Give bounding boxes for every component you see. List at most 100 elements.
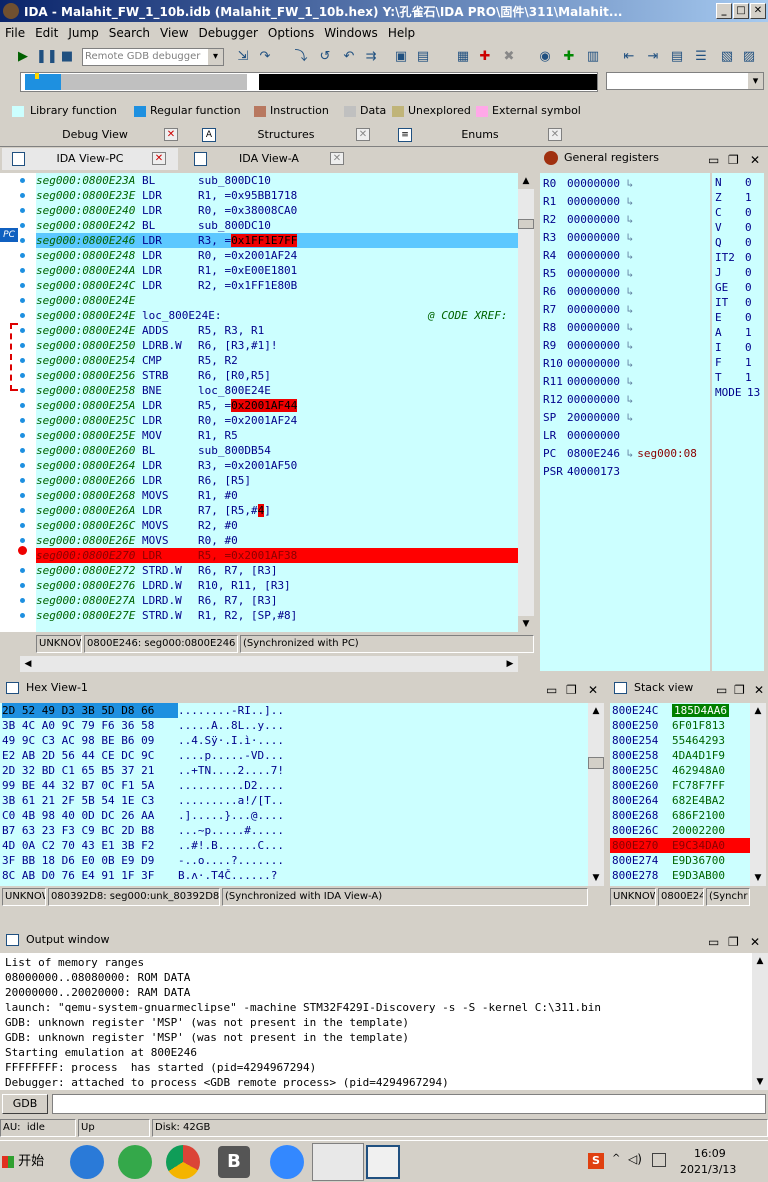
gutter-dot-icon[interactable] <box>20 268 25 273</box>
register-jump-icon[interactable]: ↳ <box>620 339 634 352</box>
code-line[interactable]: seg000:0800E256 STRB R6, [R0,R5] <box>36 368 518 383</box>
gutter-dot-icon[interactable] <box>20 343 25 348</box>
hex-bytes[interactable]: 8C AB D0 76 E4 91 1F 3F <box>2 868 178 883</box>
scroll-down-icon[interactable]: ▼ <box>518 616 534 632</box>
scroll-down-icon[interactable]: ▼ <box>752 1074 768 1090</box>
scroll-thumb[interactable] <box>588 757 604 769</box>
flag-value[interactable]: 0 <box>745 296 752 309</box>
debugger-select[interactable]: Remote GDB debugger ▾ <box>82 48 224 66</box>
code-line[interactable]: seg000:0800E27A LDRD.W R6, R7, [R3] <box>36 593 518 608</box>
gutter-dot-icon[interactable] <box>20 298 25 303</box>
stack-row[interactable]: 800E274 E9D36700 <box>610 853 750 868</box>
stack-row[interactable]: 800E264 682E4BA2 <box>610 793 750 808</box>
register-value[interactable]: 00000000 <box>567 249 620 262</box>
register-jump-icon[interactable]: ↳ <box>620 231 634 244</box>
hex-bytes[interactable]: 2D 52 49 D3 3B 5D D8 66 <box>2 703 178 718</box>
scroll-down-icon[interactable]: ▼ <box>750 870 766 886</box>
register-jump-icon[interactable]: ↳ <box>620 303 634 316</box>
register-jump-icon[interactable]: ↳ <box>620 249 634 262</box>
run-icon[interactable]: ▶ <box>14 48 32 66</box>
code-line[interactable]: seg000:0800E25A LDR R5, =0x2001AF44 <box>36 398 518 413</box>
code-line[interactable]: seg000:0800E26A LDR R7, [R5,#4] <box>36 503 518 518</box>
code-line[interactable]: seg000:0800E24E <box>36 293 518 308</box>
register-jump-icon[interactable]: ↳ <box>620 195 634 208</box>
close-icon[interactable]: ✕ <box>356 128 370 141</box>
ida-taskbar-icon[interactable] <box>312 1143 364 1181</box>
flag-value[interactable]: 1 <box>745 326 752 339</box>
register-value[interactable]: 00000000 <box>567 303 620 316</box>
window-taskbar-icon[interactable] <box>366 1145 400 1179</box>
hex-scrollbar[interactable]: ▲ ▼ <box>588 703 604 886</box>
menu-search[interactable]: Search <box>104 23 155 43</box>
gutter-dot-icon[interactable] <box>20 418 25 423</box>
import-icon[interactable]: ⇤ <box>620 48 638 66</box>
hex-bytes[interactable]: 99 BE 44 32 B7 0C F1 5A <box>2 778 178 793</box>
menu-view[interactable]: View <box>155 23 193 43</box>
code-line[interactable]: seg000:0800E25E MOV R1, R5 <box>36 428 518 443</box>
menu-jump[interactable]: Jump <box>63 23 103 43</box>
scroll-thumb[interactable] <box>518 219 534 229</box>
register-value[interactable]: 00000000 <box>567 213 620 226</box>
gutter-dot-icon[interactable] <box>20 283 25 288</box>
register-jump-icon[interactable]: ↳ <box>620 411 634 424</box>
stop-icon[interactable]: ■ <box>58 48 76 66</box>
stack-row[interactable]: 800E260 FC78F7FF <box>610 778 750 793</box>
flag-value[interactable]: 0 <box>745 341 752 354</box>
tile-icon[interactable]: ▤ <box>414 48 432 66</box>
segments-icon[interactable]: ▧ <box>718 48 736 66</box>
command-input[interactable] <box>52 1094 766 1114</box>
gutter-dot-icon[interactable] <box>20 463 25 468</box>
tray-up-icon[interactable]: ^ <box>612 1153 620 1164</box>
close-icon[interactable]: ✕ <box>330 152 344 165</box>
panel-close-button[interactable]: ✕ <box>750 150 760 170</box>
flag-value[interactable]: 0 <box>745 281 752 294</box>
code-line[interactable]: seg000:0800E24E loc_800E24E: @ CODE XREF: <box>36 308 518 323</box>
gutter-dot-icon[interactable] <box>20 238 25 243</box>
stack-row[interactable]: 800E258 4DA4D1F9 <box>610 748 750 763</box>
segment-select[interactable]: ▾ <box>606 72 764 90</box>
panel-close-button[interactable]: ✕ <box>754 680 764 700</box>
gutter-dot-icon[interactable] <box>20 523 25 528</box>
windows-icon[interactable]: ▣ <box>392 48 410 66</box>
hex-dump[interactable]: 2D 52 49 D3 3B 5D D8 66 ........-RI..].. 3… <box>0 703 588 886</box>
ie-icon[interactable] <box>70 1145 104 1179</box>
register-value[interactable]: 00000000 <box>567 339 620 352</box>
panel-restore-button[interactable]: ❐ <box>728 932 739 952</box>
code-line[interactable]: seg000:0800E23E LDR R1, =0x95BB1718 <box>36 188 518 203</box>
remove-breakpoint-icon[interactable]: ✖ <box>500 48 518 66</box>
register-value[interactable]: 20000000 <box>567 411 620 424</box>
register-value[interactable]: 0800E246 <box>567 447 620 460</box>
gutter-dot-icon[interactable] <box>20 403 25 408</box>
scroll-up-icon[interactable]: ▲ <box>588 703 604 719</box>
gutter-dot-icon[interactable] <box>20 598 25 603</box>
stack-row[interactable]: 800E25C 462948A0 <box>610 763 750 778</box>
register-value[interactable]: 00000000 <box>567 267 620 280</box>
tab-enums[interactable]: ≡ Enums ✕ <box>392 123 568 147</box>
register-jump-icon[interactable]: ↳ <box>620 267 634 280</box>
register-jump-icon[interactable]: ↳ <box>620 375 634 388</box>
gutter-dot-icon[interactable] <box>20 538 25 543</box>
list-icon[interactable]: ▥ <box>584 48 602 66</box>
output-scrollbar[interactable]: ▲ ▼ <box>752 953 768 1090</box>
code-line[interactable]: seg000:0800E26C MOVS R2, #0 <box>36 518 518 533</box>
stack-list[interactable]: 800E24C 185D4AA6 800E250 6F01F813 800E254 554… <box>610 703 750 886</box>
scroll-down-icon[interactable]: ▼ <box>588 870 604 886</box>
step-back-icon[interactable]: ↶ <box>340 48 358 66</box>
menu-options[interactable]: Options <box>263 23 319 43</box>
gutter-dot-icon[interactable] <box>20 208 25 213</box>
stack-row[interactable]: 800E254 55464293 <box>610 733 750 748</box>
register-value[interactable]: 00000000 <box>567 393 620 406</box>
register-jump-icon[interactable]: ↳ <box>620 285 634 298</box>
stack-row[interactable]: 800E26C 20002200 <box>610 823 750 838</box>
flag-value[interactable]: 0 <box>745 266 752 279</box>
code-line[interactable]: seg000:0800E272 STRD.W R6, R7, [R3] <box>36 563 518 578</box>
stack-row[interactable]: 800E278 E9D3AB00 <box>610 868 750 883</box>
flag-value[interactable]: 1 <box>745 191 752 204</box>
flag-value[interactable]: 0 <box>745 221 752 234</box>
maximize-button[interactable]: □ <box>733 3 749 19</box>
names-icon[interactable]: ☰ <box>692 48 710 66</box>
menu-debugger[interactable]: Debugger <box>194 23 263 43</box>
navigation-band[interactable] <box>20 72 598 92</box>
menu-file[interactable]: File <box>0 23 30 43</box>
scroll-up-icon[interactable]: ▲ <box>518 173 534 189</box>
